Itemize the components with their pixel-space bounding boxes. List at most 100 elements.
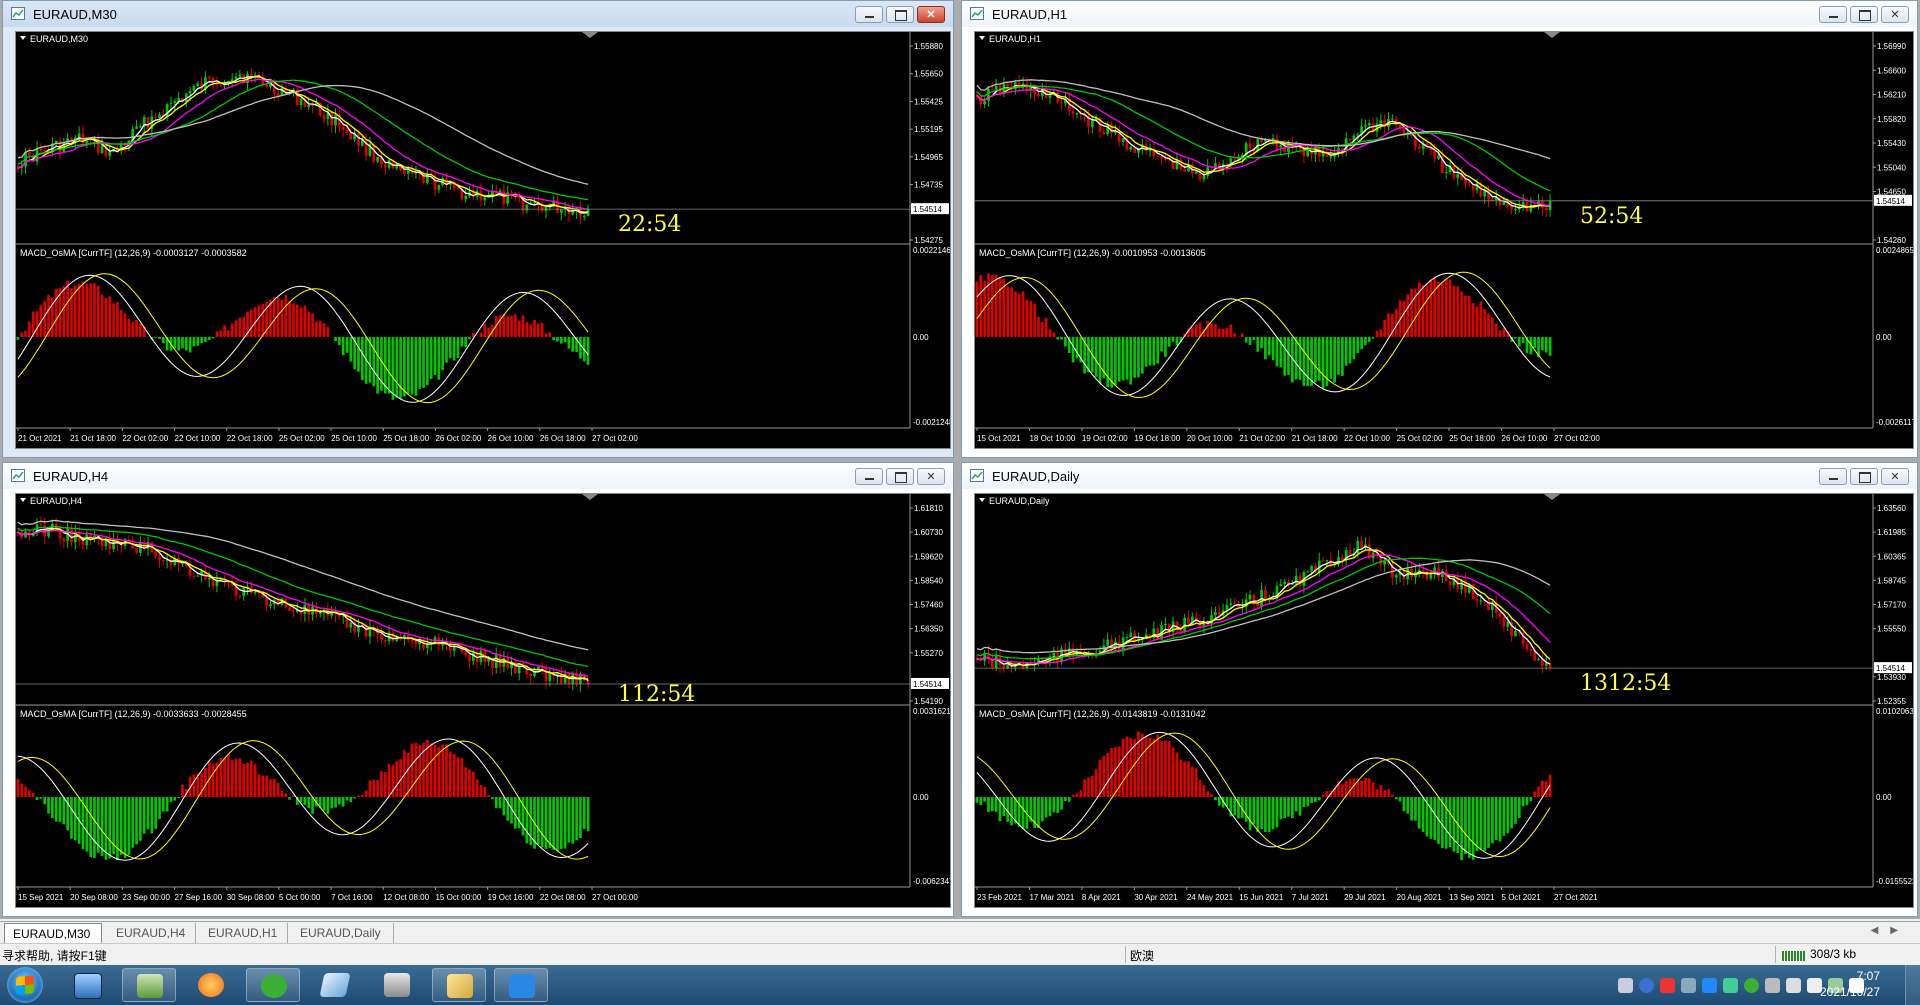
macd-histogram-bar [1117,337,1121,382]
chart-area[interactable]: EURAUD,H1 52:54 1.56990 1.56600 1.56210 1.558… [974,31,1914,449]
volume-icon[interactable] [1786,977,1801,993]
window-titlebar[interactable]: EURAUD,Daily [962,463,1917,489]
taskbar-clock[interactable]: 7:07 2021/10/27 [1820,968,1880,1000]
macd-histogram-bar [1514,797,1517,824]
window-controls [855,6,945,24]
minimize-button[interactable] [855,468,883,485]
macd-histogram-bar [1298,337,1302,380]
chart-menu-icon[interactable] [20,498,26,502]
tab-euraud-h1[interactable]: EURAUD,H1 [200,923,288,943]
tab-euraud-m30[interactable]: EURAUD,M30 [4,923,102,943]
macd-histogram-bar [1106,752,1110,797]
chart-shift-marker[interactable] [582,494,598,500]
price-tick-label: 1.58540 [914,576,943,585]
taskbar-app-feishu[interactable] [494,968,548,1002]
chart-shift-marker[interactable] [582,32,598,38]
window-titlebar[interactable]: EURAUD,M30 [3,1,953,27]
macd-histogram-bar [1121,738,1125,797]
wechat-tray-icon[interactable] [1744,977,1759,993]
candle-body [410,640,414,642]
maximize-button[interactable] [886,6,914,23]
candle-body [1464,179,1467,184]
minimize-button[interactable] [1819,6,1847,23]
macd-histogram-bar [1529,797,1533,802]
minimize-button[interactable] [1819,468,1847,485]
network-icon[interactable] [1681,977,1696,993]
security-icon[interactable] [1660,977,1675,993]
maximize-button[interactable] [886,468,914,485]
candle-body [1391,118,1394,120]
taskbar-app-installer[interactable] [370,968,424,1002]
chart-area[interactable]: EURAUD,M30 22:54 1.55880 1.55650 1.55425 1.55… [15,31,951,449]
time-tick-label: 15 Oct 00:00 [435,893,481,902]
candle-body [188,91,192,94]
candle-body [39,524,43,526]
macd-histogram-bar [498,797,502,809]
start-button-icon[interactable] [7,967,43,1003]
chart-area[interactable]: EURAUD,Daily 1312:54 1.63560 1.61985 1.60365… [974,493,1914,908]
price-tick-label: 1.57460 [914,601,943,610]
window-titlebar[interactable]: EURAUD,H4 [3,463,953,489]
price-tick-label: 1.59620 [914,552,943,561]
taskbar-app-wechat[interactable] [246,968,300,1002]
candle-body [1502,201,1506,206]
macd-histogram-bar [24,786,27,797]
macd-histogram-bar [994,797,998,812]
chart-menu-icon[interactable] [20,36,26,40]
tab-euraud-h4[interactable]: EURAUD,H4 [108,923,196,943]
taskbar-app-metatrader[interactable] [432,968,486,1002]
taskbar-app-browser[interactable] [184,968,238,1002]
macd-histogram-bar [1164,740,1167,797]
close-button[interactable] [917,6,945,23]
macd-histogram-bar [552,337,555,341]
keyboard-icon[interactable] [1618,977,1633,993]
chart-window-m30[interactable]: EURAUD,M30 EURAUD,M30 22:54 1.55880 1.55650… [2,0,954,458]
window-titlebar[interactable]: EURAUD,H1 [962,1,1917,27]
macd-histogram-bar [452,337,456,361]
maximize-button[interactable] [1850,468,1878,485]
chart-shift-marker[interactable] [1544,32,1560,38]
tab-scroll-arrows[interactable]: ◀▶ [1871,925,1910,936]
candle-body [215,84,219,86]
tab-euraud-daily[interactable]: EURAUD,Daily [292,923,394,943]
macd-histogram-bar [491,797,494,799]
chart-window-daily[interactable]: EURAUD,Daily EURAUD,Daily 1312:54 1.63560 1… [961,462,1918,917]
taskbar-app-explorer[interactable] [60,968,114,1002]
macd-histogram-bar [272,296,276,337]
candle-body [330,111,334,126]
macd-histogram-bar [43,301,47,337]
minimize-button[interactable] [855,6,883,23]
close-button[interactable] [917,468,945,485]
candle-body [43,525,47,537]
taskbar-app-notepad[interactable] [308,968,362,1002]
shield-icon[interactable] [1723,977,1738,993]
candle-body [464,195,467,200]
macd-histogram-bar [582,797,586,830]
chart-window-h1[interactable]: EURAUD,H1 EURAUD,H1 52:54 1.56990 1.56600 1.… [961,0,1918,458]
show-desktop-button[interactable] [1905,965,1920,1005]
bluetooth-icon[interactable] [1702,977,1717,993]
candle-body [341,126,345,130]
macd-histogram-bar [1071,794,1075,797]
candle-body [158,114,161,118]
close-button[interactable] [1881,6,1909,23]
macd-histogram-bar [341,337,345,356]
macd-histogram-bar [376,337,379,394]
usb-icon[interactable] [1765,977,1780,993]
macd-histogram-bar [330,797,334,809]
time-tick-label: 19 Oct 02:00 [1082,434,1128,443]
macd-histogram-bar [1264,797,1267,833]
chart-symbol-label: EURAUD,H1 [989,34,1041,44]
chart-menu-icon[interactable] [979,498,985,502]
bar-countdown: 22:54 [618,212,681,237]
close-button[interactable] [1881,468,1909,485]
chart-window-h4[interactable]: EURAUD,H4 EURAUD,H4 112:54 1.61810 1.60730 1… [2,462,954,917]
chart-shift-marker[interactable] [1544,494,1560,500]
chart-menu-icon[interactable] [979,36,985,40]
macd-histogram-bar [1087,777,1090,797]
help-icon[interactable] [1639,977,1654,993]
macd-histogram-bar [1341,337,1344,376]
taskbar-app-control-panel[interactable] [122,968,176,1002]
maximize-button[interactable] [1850,6,1878,23]
chart-area[interactable]: EURAUD,H4 112:54 1.61810 1.60730 1.59620 1.58… [15,493,951,908]
